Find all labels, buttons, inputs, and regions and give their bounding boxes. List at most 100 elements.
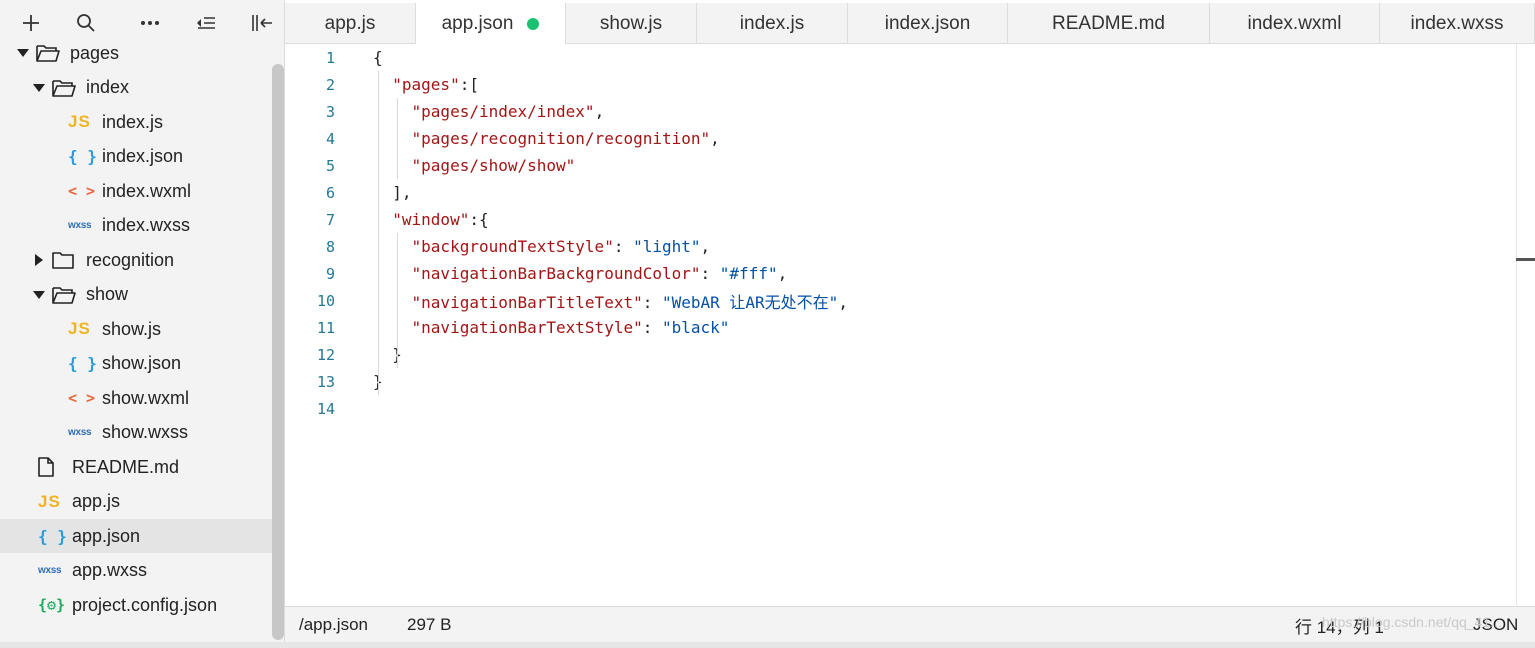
window-bottom-edge: [0, 642, 1535, 648]
tree-item-app-json[interactable]: { } app.json: [0, 519, 272, 553]
code-line[interactable]: 6 ],: [285, 179, 1516, 206]
code-text: "navigationBarTextStyle": "black": [373, 318, 730, 337]
line-number: 6: [325, 183, 335, 202]
line-number: 14: [316, 399, 335, 418]
tree-item-label: index.js: [102, 111, 164, 132]
code-line[interactable]: 3 "pages/index/index",: [285, 98, 1516, 125]
code-line[interactable]: 14: [285, 395, 1516, 422]
line-number: 9: [325, 264, 335, 283]
tab-index-json[interactable]: index.json: [848, 3, 1008, 44]
document-file-icon: [38, 456, 64, 478]
tree-item-label: app.js: [72, 491, 121, 511]
tab-readme-md[interactable]: README.md: [1008, 3, 1210, 44]
tree-item-label: index.wxss: [102, 215, 191, 235]
tree-item-index-wxss[interactable]: wxss index.wxss: [0, 209, 272, 243]
json-key-token: "backgroundTextStyle": [411, 237, 614, 256]
tree-item-show-wxml[interactable]: < > show.wxml: [0, 381, 272, 415]
caret-down-icon[interactable]: [32, 288, 46, 302]
code-text: "navigationBarBackgroundColor": "#fff",: [373, 264, 788, 283]
indent-guide: [397, 98, 398, 179]
line-number: 2: [325, 75, 335, 94]
code-line[interactable]: 5 "pages/show/show": [285, 152, 1516, 179]
folder-open-icon: [36, 42, 62, 64]
tree-item-index-js[interactable]: JS index.js: [0, 105, 272, 139]
tree-item-show-js[interactable]: JS show.js: [0, 312, 272, 346]
tab-label: index.js: [739, 12, 805, 34]
wxss-file-icon: wxss: [38, 565, 62, 576]
tree-item-recognition[interactable]: recognition: [0, 243, 272, 277]
line-number: 11: [316, 318, 335, 337]
code-line[interactable]: 13}: [285, 368, 1516, 395]
code-text: "pages/show/show": [373, 156, 576, 175]
editor-tab-bar: app.js app.json show.js index.js index.json R…: [285, 3, 1535, 45]
json-key-token: "navigationBarBackgroundColor": [411, 264, 701, 283]
code-editor[interactable]: 1{2 "pages":[3 "pages/index/index", 4 "pa…: [285, 44, 1516, 605]
code-line[interactable]: 7 "window":{: [285, 206, 1516, 233]
code-text: {: [373, 48, 383, 67]
tree-item-project-config-json[interactable]: {⚙} project.config.json: [0, 588, 272, 622]
code-text: "pages":[: [373, 75, 479, 94]
line-number: 7: [325, 210, 335, 229]
folder-open-icon: [52, 77, 78, 99]
tree-item-label: recognition: [86, 249, 175, 270]
js-file-icon: JS: [68, 319, 91, 338]
json-key-token: "navigationBarTextStyle": [411, 318, 643, 337]
indent-guide: [397, 233, 398, 368]
json-key-token: "pages": [392, 75, 460, 94]
json-string-token: "light": [633, 237, 701, 256]
tree-item-show-json[interactable]: { } show.json: [0, 347, 272, 381]
json-key-token: "pages/index/index": [411, 102, 595, 121]
line-number: 12: [316, 345, 335, 364]
json-file-icon: { }: [68, 354, 97, 373]
tree-item-index[interactable]: index: [0, 71, 272, 105]
tree-item-label: show.wxml: [102, 387, 190, 408]
js-file-icon: JS: [68, 112, 91, 131]
sidebar-scrollbar[interactable]: [272, 64, 284, 640]
tab-app-js[interactable]: app.js: [285, 3, 416, 44]
watermark-text: https://blog.csdn.net/qq_41...: [1322, 614, 1502, 630]
line-number: 10: [316, 291, 335, 310]
caret-down-icon[interactable]: [16, 46, 30, 60]
caret-right-icon[interactable]: [32, 253, 46, 267]
indent-guide: [378, 71, 379, 395]
tab-show-js[interactable]: show.js: [566, 3, 697, 44]
punctuation-token: :: [700, 264, 720, 283]
code-line[interactable]: 12 }: [285, 341, 1516, 368]
code-line[interactable]: 10 "navigationBarTitleText": "WebAR 让AR无…: [285, 287, 1516, 314]
tree-item-label: index.json: [102, 146, 184, 166]
json-key-token: "window": [392, 210, 470, 229]
tree-item-label: index: [86, 77, 130, 97]
tree-item-show-wxss[interactable]: wxss show.wxss: [0, 416, 272, 450]
line-number: 4: [325, 129, 335, 148]
code-line[interactable]: 4 "pages/recognition/recognition",: [285, 125, 1516, 152]
tree-item-index-json[interactable]: { } index.json: [0, 140, 272, 174]
wxss-file-icon: wxss: [68, 220, 92, 231]
tab-app-json[interactable]: app.json: [416, 3, 566, 45]
tree-item-label: pages: [70, 42, 120, 63]
wxml-file-icon: < >: [68, 389, 96, 407]
tree-item-index-wxml[interactable]: < > index.wxml: [0, 174, 272, 208]
tree-item-label: app.wxss: [72, 560, 148, 580]
tree-item-pages[interactable]: pages: [0, 36, 272, 70]
punctuation-token: ,: [700, 237, 711, 256]
tree-item-show[interactable]: show: [0, 278, 272, 312]
code-line[interactable]: 9 "navigationBarBackgroundColor": "#fff"…: [285, 260, 1516, 287]
line-number: 5: [325, 156, 335, 175]
tree-item-readme-md[interactable]: README.md: [0, 450, 272, 484]
json-key-token: "navigationBarTitleText": [411, 292, 643, 312]
code-text: "pages/index/index",: [373, 102, 605, 121]
code-line[interactable]: 2 "pages":[: [285, 71, 1516, 98]
tree-item-app-wxss[interactable]: wxss app.wxss: [0, 554, 272, 588]
code-line[interactable]: 8 "backgroundTextStyle": "light",: [285, 233, 1516, 260]
tab-index-js[interactable]: index.js: [697, 3, 848, 44]
editor-scrollbar[interactable]: [1516, 44, 1535, 605]
tree-item-app-js[interactable]: JS app.js: [0, 485, 272, 519]
code-line[interactable]: 11 "navigationBarTextStyle": "black": [285, 314, 1516, 341]
tab-index-wxml[interactable]: index.wxml: [1210, 3, 1380, 44]
json-file-icon: { }: [38, 526, 67, 546]
unsaved-dot-icon[interactable]: [527, 18, 540, 30]
tab-index-wxss[interactable]: index.wxss: [1380, 3, 1535, 44]
tree-item-label: app.json: [72, 525, 141, 546]
caret-down-icon[interactable]: [32, 81, 46, 95]
code-line[interactable]: 1{: [285, 44, 1516, 71]
